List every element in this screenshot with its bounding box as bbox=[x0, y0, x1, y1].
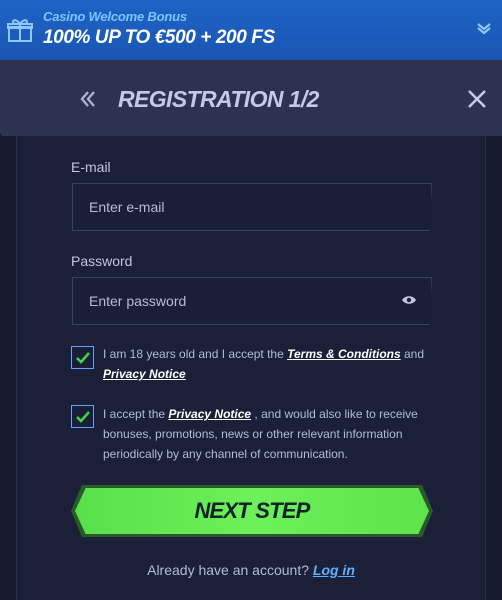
login-link[interactable]: Log in bbox=[313, 562, 355, 578]
next-step-button[interactable]: NEXT STEP bbox=[71, 485, 433, 537]
login-prompt-text: Already have an account? bbox=[147, 562, 313, 578]
terms-text: I am 18 years old and I accept the Terms… bbox=[103, 344, 433, 384]
marketing-privacy-notice-link[interactable]: Privacy Notice bbox=[168, 407, 251, 421]
page-title: REGISTRATION 1/2 bbox=[118, 86, 319, 112]
checkmark-icon bbox=[75, 410, 90, 423]
registration-header: REGISTRATION 1/2 bbox=[0, 60, 502, 136]
gift-icon bbox=[7, 19, 33, 42]
welcome-bonus-banner[interactable]: Casino Welcome Bonus 100% UP TO €500 + 2… bbox=[0, 0, 502, 60]
privacy-notice-link[interactable]: Privacy Notice bbox=[103, 367, 186, 381]
bonus-subtitle: Casino Welcome Bonus bbox=[43, 9, 187, 24]
marketing-checkbox[interactable] bbox=[71, 405, 94, 428]
next-step-button-wrapper: NEXT STEP bbox=[71, 485, 433, 537]
email-input[interactable] bbox=[73, 184, 431, 230]
close-icon[interactable] bbox=[467, 89, 487, 109]
checkmark-icon bbox=[75, 351, 90, 364]
terms-checkbox[interactable] bbox=[71, 346, 94, 369]
email-field-wrapper bbox=[72, 183, 432, 231]
chevron-down-icon[interactable] bbox=[476, 22, 492, 34]
terms-conditions-link[interactable]: Terms & Conditions bbox=[287, 347, 401, 361]
terms-text-before: I am 18 years old and I accept the bbox=[103, 347, 288, 361]
marketing-consent-text: I accept the Privacy Notice , and would … bbox=[103, 404, 433, 464]
password-field-wrapper bbox=[72, 277, 432, 325]
marketing-text-before: I accept the bbox=[103, 407, 169, 421]
back-chevron-icon[interactable] bbox=[80, 90, 98, 108]
email-label: E-mail bbox=[71, 159, 111, 175]
bonus-headline: 100% UP TO €500 + 200 FS bbox=[43, 27, 275, 48]
show-password-eye-icon[interactable] bbox=[401, 294, 417, 306]
password-input[interactable] bbox=[73, 278, 431, 324]
login-prompt: Already have an account? Log in bbox=[0, 562, 502, 578]
terms-text-middle: and bbox=[400, 347, 425, 361]
password-label: Password bbox=[71, 253, 133, 269]
